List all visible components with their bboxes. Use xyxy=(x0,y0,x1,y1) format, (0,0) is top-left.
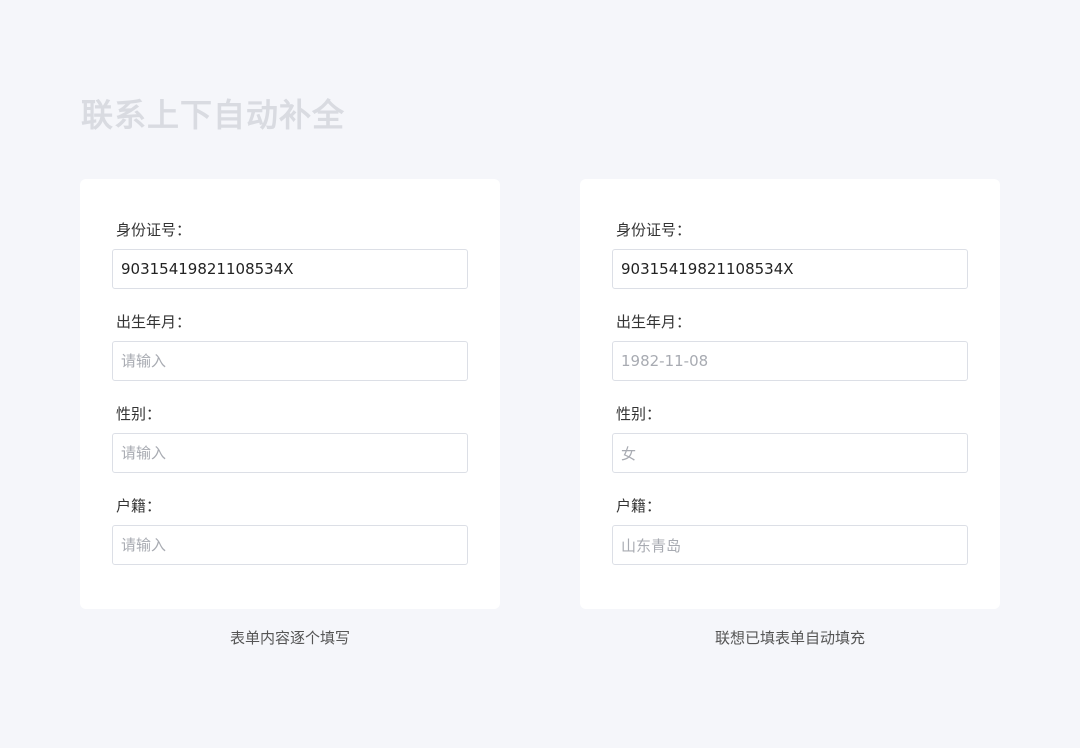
household-registration-input[interactable] xyxy=(612,525,968,565)
gender-input[interactable] xyxy=(612,433,968,473)
gender-input[interactable] xyxy=(112,433,468,473)
household-registration-label: 户籍： xyxy=(116,497,162,515)
household-registration-input[interactable] xyxy=(112,525,468,565)
auto-fill-form-card: 身份证号： 出生年月： 性别： 户籍： xyxy=(580,179,1000,609)
auto-fill-caption: 联想已填表单自动填充 xyxy=(714,629,865,647)
id-number-label: 身份证号： xyxy=(116,221,192,239)
gender-label: 性别： xyxy=(616,405,662,423)
household-registration-label: 户籍： xyxy=(616,497,662,515)
gender-label: 性别： xyxy=(116,405,162,423)
birth-date-input[interactable] xyxy=(612,341,968,381)
manual-fill-caption: 表单内容逐个填写 xyxy=(229,629,350,647)
birth-date-label: 出生年月： xyxy=(616,313,692,331)
birth-date-input[interactable] xyxy=(112,341,468,381)
manual-fill-form-card: 身份证号： 出生年月： 性别： 户籍： xyxy=(80,179,500,609)
page-title: 联系上下自动补全 xyxy=(81,96,346,134)
id-number-input[interactable] xyxy=(612,249,968,289)
id-number-label: 身份证号： xyxy=(616,221,692,239)
id-number-input[interactable] xyxy=(112,249,468,289)
birth-date-label: 出生年月： xyxy=(116,313,192,331)
